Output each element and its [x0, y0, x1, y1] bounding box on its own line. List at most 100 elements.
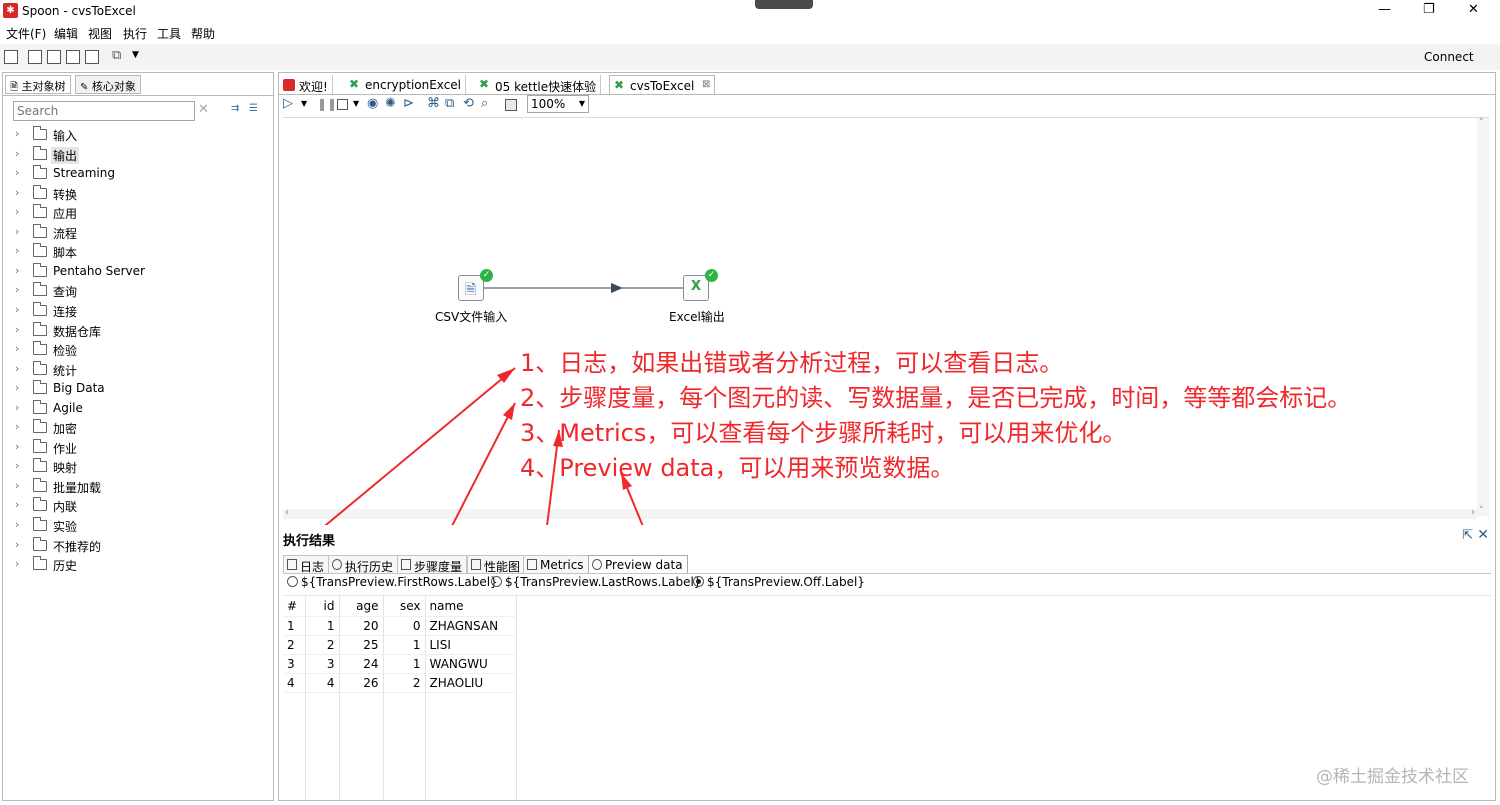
chevron-right-icon[interactable]: › [15, 225, 19, 238]
tree-item[interactable]: › Agile [13, 399, 263, 418]
tree-item[interactable]: › 加密 [13, 418, 263, 437]
radio-button[interactable] [287, 576, 298, 587]
chevron-right-icon[interactable]: › [15, 166, 19, 179]
verify-icon[interactable]: ⌘ [427, 96, 440, 111]
table-cell[interactable]: 3 [305, 654, 340, 674]
pause-icon[interactable]: ❚❚ [317, 97, 337, 111]
table-cell[interactable]: WANGWU [425, 654, 517, 674]
table-cell[interactable]: ZHAGNSAN [425, 616, 517, 636]
run-options-chevron-icon[interactable]: ▼ [301, 99, 307, 108]
tree-item[interactable]: › 不推荐的 [13, 536, 263, 555]
column-header[interactable]: age [339, 597, 384, 617]
stop-icon[interactable] [337, 99, 348, 110]
table-cell[interactable]: 25 [339, 635, 384, 655]
menu-run[interactable]: 执行 [123, 25, 147, 42]
expand-tree-icon[interactable]: ⇉ [231, 103, 239, 114]
chevron-right-icon[interactable]: › [15, 205, 19, 218]
tree-item[interactable]: › 映射 [13, 457, 263, 476]
save-as-icon[interactable] [85, 50, 99, 64]
table-cell[interactable]: 0 [383, 616, 426, 636]
chevron-right-icon[interactable]: › [15, 362, 19, 375]
menu-file[interactable]: 文件(F) [6, 25, 46, 42]
zoom-select[interactable]: 100% ▼ [527, 95, 589, 113]
tab-history[interactable]: 执行历史 [328, 555, 399, 574]
tab-step-metrics[interactable]: 步骤度量 [397, 555, 468, 574]
tab-kettle-quick-start[interactable]: ✖ 05 kettle快速体验 [475, 75, 602, 95]
table-cell[interactable]: ZHAOLIU [425, 673, 517, 693]
chevron-right-icon[interactable]: › [15, 264, 19, 277]
tree-item[interactable]: › 流程 [13, 223, 263, 242]
tree-item[interactable]: › 输入 [13, 125, 263, 144]
chevron-right-icon[interactable]: › [15, 420, 19, 433]
chevron-right-icon[interactable]: › [15, 147, 19, 160]
radio-button[interactable] [491, 576, 502, 587]
tree-item[interactable]: › Pentaho Server [13, 262, 263, 281]
debug-icon[interactable]: ✺ [385, 96, 396, 111]
chevron-right-icon[interactable]: › [15, 244, 19, 257]
perspective-dropdown-chevron-icon[interactable]: ▼ [132, 50, 139, 60]
table-cell[interactable]: 2 [383, 673, 426, 693]
chevron-right-icon[interactable]: › [15, 401, 19, 414]
table-row[interactable]: 3 3 24 1 WANGWU [283, 654, 517, 674]
column-header[interactable]: # [283, 597, 306, 617]
connect-button[interactable]: Connect [1424, 50, 1474, 64]
table-cell[interactable]: 4 [283, 673, 306, 693]
chevron-right-icon[interactable]: › [15, 303, 19, 316]
tree-item[interactable]: › Streaming [13, 164, 263, 183]
close-tab-icon[interactable]: ⊠ [702, 79, 710, 90]
run-icon[interactable]: ▷ [283, 96, 293, 111]
tree-item[interactable]: › 内联 [13, 496, 263, 515]
close-panel-icon[interactable]: ✕ [1477, 527, 1489, 543]
tab-preview-data[interactable]: Preview data [588, 555, 688, 573]
tree-item[interactable]: › 作业 [13, 438, 263, 457]
table-cell[interactable]: 4 [305, 673, 340, 693]
table-cell[interactable]: 26 [339, 673, 384, 693]
tree-item[interactable]: › 批量加载 [13, 477, 263, 496]
clear-search-icon[interactable]: ✕ [198, 102, 209, 117]
column-header[interactable]: name [425, 597, 517, 617]
menu-tools[interactable]: 工具 [157, 25, 181, 42]
close-button[interactable]: ✕ [1468, 2, 1479, 17]
chevron-right-icon[interactable]: › [15, 381, 19, 394]
tab-cvs-to-excel[interactable]: ✖ cvsToExcel ⊠ [609, 75, 716, 95]
tab-encryption-excel[interactable]: ✖ encryptionExcel [345, 75, 467, 95]
table-cell[interactable]: 1 [383, 654, 426, 674]
table-row[interactable]: 1 1 20 0 ZHAGNSAN [283, 616, 517, 636]
tree-item[interactable]: › 连接 [13, 301, 263, 320]
sql-icon[interactable]: ⟲ [463, 96, 474, 111]
tree-item[interactable]: › 统计 [13, 360, 263, 379]
tab-metrics[interactable]: Metrics [523, 555, 589, 573]
explore-db-icon[interactable]: ⌕ [481, 96, 488, 111]
chevron-right-icon[interactable]: › [15, 186, 19, 199]
table-cell[interactable]: 1 [383, 635, 426, 655]
chevron-right-icon[interactable]: › [15, 479, 19, 492]
tree-item[interactable]: › Big Data [13, 379, 263, 398]
chevron-right-icon[interactable]: › [15, 127, 19, 140]
show-results-icon[interactable] [505, 99, 517, 111]
table-row[interactable]: 4 4 26 2 ZHAOLIU [283, 673, 517, 693]
tree-item[interactable]: › 数据仓库 [13, 321, 263, 340]
table-cell[interactable]: 2 [305, 635, 340, 655]
table-cell[interactable]: 20 [339, 616, 384, 636]
chevron-right-icon[interactable]: › [15, 498, 19, 511]
chevron-right-icon[interactable]: › [15, 323, 19, 336]
tree-item[interactable]: › 脚本 [13, 242, 263, 261]
tree-item[interactable]: › 应用 [13, 203, 263, 222]
tree-item[interactable]: › 检验 [13, 340, 263, 359]
stop-options-chevron-icon[interactable]: ▼ [353, 99, 359, 108]
radio-first-rows[interactable]: ${TransPreview.FirstRows.Label} [287, 575, 498, 589]
tree-item[interactable]: › 转换 [13, 184, 263, 203]
impact-icon[interactable]: ⧉ [445, 96, 454, 111]
maximize-button[interactable]: ❐ [1423, 2, 1435, 17]
table-cell[interactable]: 1 [283, 616, 306, 636]
tree-item[interactable]: › 查询 [13, 281, 263, 300]
preview-icon[interactable]: ◉ [367, 96, 378, 111]
radio-off[interactable]: ${TransPreview.Off.Label} [693, 575, 865, 589]
table-row[interactable]: 2 2 25 1 LISI [283, 635, 517, 655]
tab-core-objects[interactable]: ✎ 核心对象 [75, 75, 141, 94]
column-header[interactable]: sex [383, 597, 426, 617]
tree-item[interactable]: › 输出 [13, 145, 263, 164]
tab-main-tree[interactable]: 🗎 主对象树 [5, 75, 71, 94]
table-cell[interactable]: 3 [283, 654, 306, 674]
tab-welcome[interactable]: 欢迎! [279, 75, 333, 95]
